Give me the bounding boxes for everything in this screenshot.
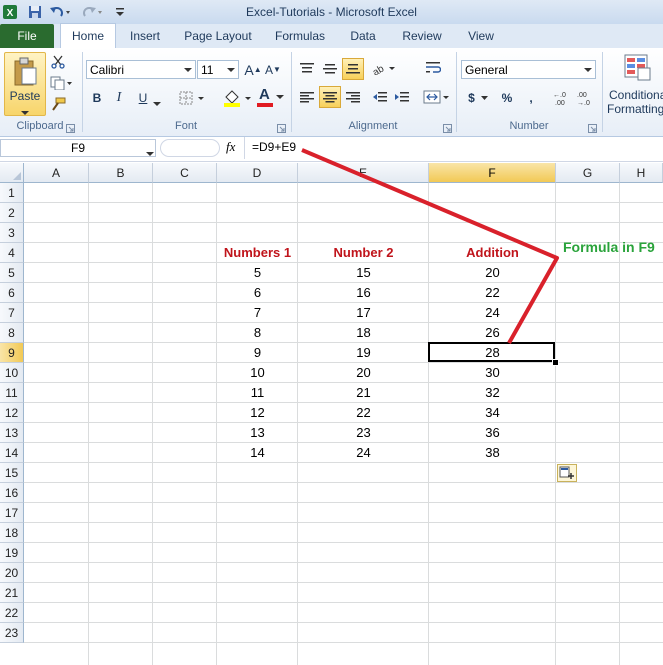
paste-options-icon[interactable] (557, 464, 577, 482)
annotation-arrow (301, 148, 559, 344)
annotation-label: Formula in F9 (563, 239, 655, 255)
